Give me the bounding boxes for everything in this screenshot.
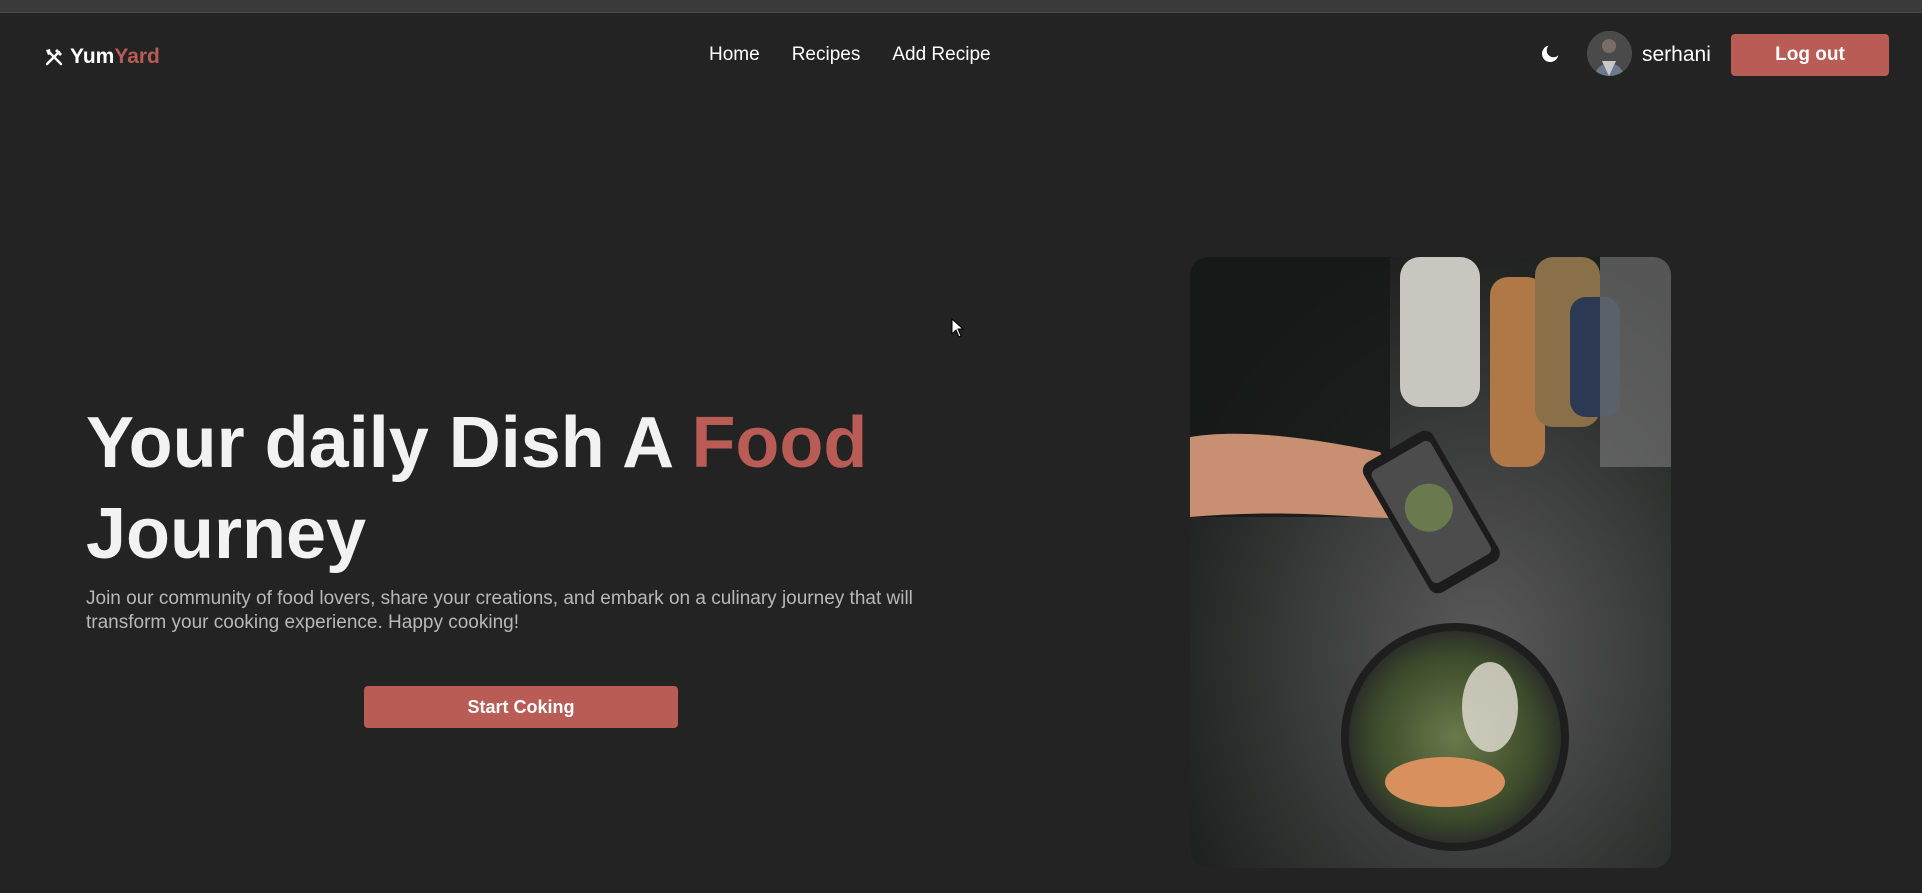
brand-name-part2: Yard bbox=[114, 45, 160, 68]
mouse-cursor-icon bbox=[951, 318, 965, 338]
hero-title-part1: Your daily Dish A bbox=[86, 403, 692, 483]
username[interactable]: serhani bbox=[1642, 43, 1711, 67]
hero-title-accent: Food bbox=[691, 403, 868, 483]
avatar-image bbox=[1587, 31, 1632, 76]
main-nav: Home Recipes Add Recipe bbox=[709, 44, 991, 66]
moon-icon[interactable] bbox=[1540, 42, 1562, 64]
logo[interactable]: YumYard bbox=[44, 45, 160, 69]
nav-home-link[interactable]: Home bbox=[709, 44, 760, 66]
nav-add-recipe-link[interactable]: Add Recipe bbox=[892, 44, 990, 66]
hero-title-part2: Journey bbox=[86, 494, 367, 574]
brand-name-part1: Yum bbox=[70, 45, 115, 68]
brand-name: YumYard bbox=[70, 45, 160, 69]
utensils-icon bbox=[45, 49, 63, 66]
logout-button[interactable]: Log out bbox=[1731, 34, 1889, 76]
food-photo bbox=[1190, 257, 1671, 868]
navbar: YumYard Home Recipes Add Recipe serhani … bbox=[0, 13, 1922, 95]
hero-image bbox=[1190, 257, 1671, 868]
hero-title: Your daily Dish A Food Journey bbox=[86, 398, 986, 580]
avatar[interactable] bbox=[1587, 31, 1632, 76]
start-cooking-button[interactable]: Start Coking bbox=[364, 686, 678, 728]
nav-recipes-link[interactable]: Recipes bbox=[792, 44, 861, 66]
browser-top-strip bbox=[0, 0, 1922, 13]
hero-description: Join our community of food lovers, share… bbox=[86, 588, 913, 633]
